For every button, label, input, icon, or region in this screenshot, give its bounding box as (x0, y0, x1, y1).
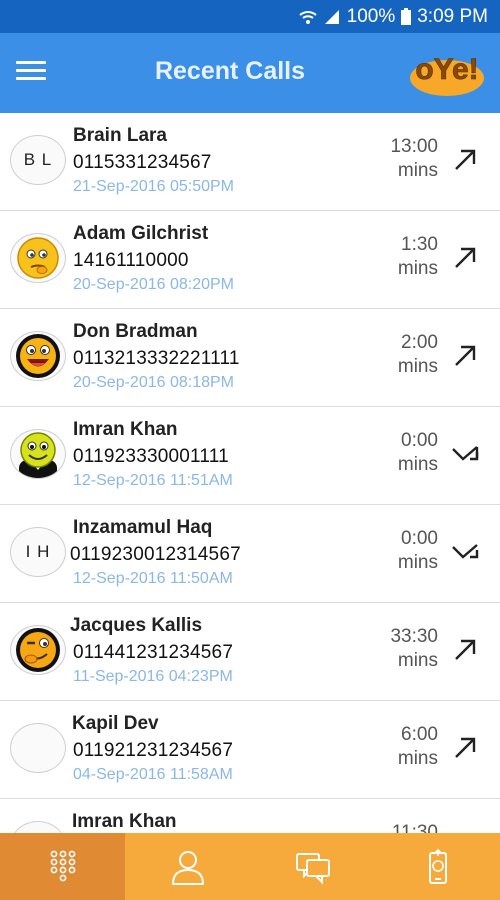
app-logo-text: oYe! (415, 53, 478, 86)
outgoing-call-icon (455, 149, 476, 170)
duration-value: 11:30 (391, 822, 438, 833)
call-duration: 1:30 mins (398, 233, 438, 281)
call-row[interactable]: I H Inzamamul Haq 0119230012314567 12-Se… (0, 505, 500, 603)
contact-name: Don Bradman (73, 321, 198, 342)
duration-unit: mins (397, 258, 438, 279)
call-row[interactable]: Kapil Dev 011921231234567 04-Sep-2016 11… (0, 701, 500, 799)
call-date: 21-Sep-2016 05:50PM (73, 178, 234, 195)
missed-call-icon (452, 544, 479, 559)
call-date: 11-Sep-2016 04:23PM (73, 668, 233, 685)
duration-value: 13:00 (390, 136, 438, 157)
duration-value: 1:30 (401, 234, 438, 255)
avatar (10, 625, 66, 675)
call-date: 12-Sep-2016 11:51AM (73, 472, 233, 489)
duration-unit: mins (397, 552, 438, 573)
tab-messages[interactable] (250, 833, 375, 900)
signal-icon (323, 9, 341, 25)
winking-smiley-icon (16, 628, 60, 672)
avatar: B L (10, 135, 66, 185)
phone-number: 011441231234567 (73, 642, 234, 663)
call-duration: 11:30 (392, 821, 438, 833)
battery-icon (401, 8, 412, 25)
call-row[interactable]: Adam Gilchrist 14161110000 20-Sep-2016 0… (0, 211, 500, 309)
page-title: Recent Calls (154, 57, 306, 85)
battery-percent: 100% (346, 5, 396, 27)
dialpad-icon (50, 850, 75, 881)
call-duration: 0:00 mins (398, 429, 438, 477)
call-date: 12-Sep-2016 11:50AM (73, 570, 233, 587)
tuxedo-smiley-icon (19, 432, 57, 478)
contact-name: Jacques Kallis (70, 615, 203, 636)
avatar: I H (10, 527, 66, 577)
phone-number: 011921231234567 (73, 740, 234, 761)
call-duration: 2:00 mins (398, 331, 438, 379)
duration-value: 6:00 (401, 724, 438, 745)
phone-number: 0115331234567 (73, 152, 212, 173)
tab-dialpad[interactable] (0, 833, 125, 900)
phone-number: 0119230012314567 (70, 544, 241, 565)
thinking-smiley-icon (17, 237, 59, 279)
call-row[interactable]: B L Brain Lara 0115331234567 21-Sep-2016… (0, 113, 500, 211)
tab-contacts[interactable] (125, 833, 250, 900)
laughing-smiley-icon (16, 334, 60, 378)
avatar (10, 429, 66, 479)
contact-name: Brain Lara (73, 125, 167, 146)
contacts-icon (171, 850, 204, 885)
duration-value: 33:30 (390, 626, 438, 647)
messages-icon (295, 852, 330, 884)
duration-unit: mins (397, 748, 438, 769)
outgoing-call-icon (455, 247, 476, 268)
avatar (10, 821, 66, 833)
contact-name: Adam Gilchrist (73, 223, 209, 244)
contact-name: Kapil Dev (72, 713, 159, 734)
call-duration: 13:00 mins (390, 135, 438, 183)
bottom-nav (0, 833, 500, 900)
call-duration: 0:00 mins (398, 527, 438, 575)
duration-unit: mins (397, 356, 438, 377)
call-row[interactable]: Don Bradman 0113213332221111 20-Sep-2016… (0, 309, 500, 407)
contact-name: Imran Khan (73, 419, 178, 440)
clock: 3:09 PM (417, 5, 488, 27)
call-row[interactable]: Jacques Kallis 011441231234567 11-Sep-20… (0, 603, 500, 701)
phone-number: 0113213332221111 (73, 348, 240, 369)
call-duration: 33:30 mins (390, 625, 438, 673)
call-row[interactable]: Imran Khan 011923330001111 12-Sep-2016 1… (0, 407, 500, 505)
call-date: 20-Sep-2016 08:18PM (73, 374, 234, 391)
phone-number: 011923330001111 (73, 446, 229, 467)
call-row[interactable]: Imran Khan 11:30 (0, 799, 500, 833)
tab-mobile-topup[interactable] (375, 833, 500, 900)
mobile-topup-icon (428, 848, 447, 884)
outgoing-call-icon (455, 345, 476, 366)
duration-value: 0:00 (401, 528, 438, 549)
duration-unit: mins (397, 454, 438, 475)
call-date: 04-Sep-2016 11:58AM (73, 766, 233, 783)
outgoing-call-icon (455, 737, 476, 758)
avatar (10, 331, 66, 381)
duration-value: 0:00 (401, 430, 438, 451)
missed-call-icon (452, 446, 479, 461)
duration-unit: mins (397, 160, 438, 181)
call-duration: 6:00 mins (398, 723, 438, 771)
avatar (10, 723, 66, 773)
app-bar: Recent Calls oYe! (0, 33, 500, 113)
contact-name: Inzamamul Haq (73, 517, 213, 538)
contact-name: Imran Khan (72, 811, 177, 832)
status-bar: 100% 3:09 PM (0, 0, 500, 33)
wifi-icon (298, 9, 317, 25)
phone-number: 14161110000 (73, 250, 189, 271)
avatar-initials: B L (23, 150, 53, 169)
outgoing-call-icon (455, 639, 476, 660)
avatar (10, 233, 66, 283)
app-logo: oYe! (410, 53, 484, 96)
duration-value: 2:00 (401, 332, 438, 353)
recent-calls-list[interactable]: B L Brain Lara 0115331234567 21-Sep-2016… (0, 113, 500, 833)
avatar-initials: I H (25, 542, 51, 561)
call-date: 20-Sep-2016 08:20PM (73, 276, 234, 293)
duration-unit: mins (397, 650, 438, 671)
